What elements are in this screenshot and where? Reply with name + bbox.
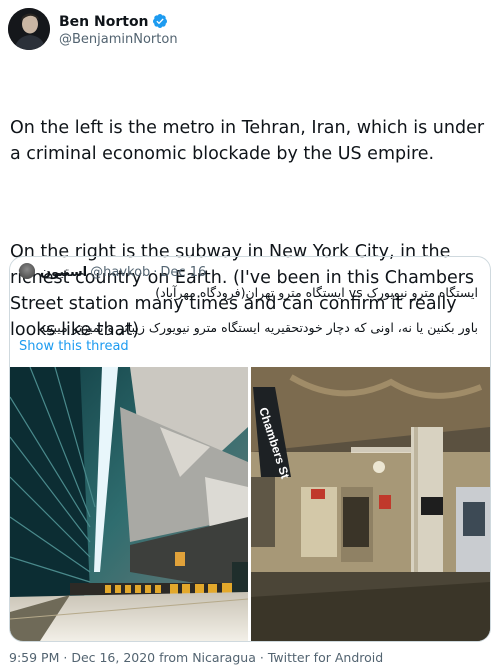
quoted-author-avatar[interactable] — [19, 263, 35, 279]
quoted-text-line-1: ایستگاه مترو نیویورک vs ایستگاه مترو تهر… — [155, 285, 478, 300]
quoted-media: Chambers St — [10, 367, 490, 641]
quoted-date[interactable]: Dec 16 — [160, 265, 206, 280]
quoted-author-name[interactable]: استیون — [40, 265, 87, 280]
tweet-client[interactable]: Twitter for Android — [268, 650, 383, 665]
photo-tehran-metro[interactable] — [10, 367, 248, 641]
quoted-tweet-header: استیون @havkob · Dec 16 — [19, 263, 206, 283]
tehran-metro-image — [10, 367, 248, 641]
author-avatar[interactable] — [8, 8, 50, 50]
tweet-paragraph-1: On the left is the metro in Tehran, Iran… — [10, 118, 490, 164]
author-name[interactable]: Ben Norton — [59, 13, 168, 30]
quoted-separator: · — [153, 265, 158, 280]
verified-badge-icon — [152, 14, 167, 28]
meta-separator-2: · — [259, 650, 268, 665]
quoted-text-line-2: باور بکنین یا نه، اونی که دچار خودتحقیری… — [39, 320, 478, 335]
tweet-metadata: 9:59 PM · Dec 16, 2020 from Nicaragua · … — [9, 650, 383, 665]
tweet-date[interactable]: Dec 16, 2020 — [71, 650, 155, 665]
show-thread-link[interactable]: Show this thread — [19, 339, 129, 354]
author-avatar-photo — [8, 8, 50, 50]
tweet-time[interactable]: 9:59 PM — [9, 650, 59, 665]
quoted-author-handle[interactable]: @havkob — [90, 265, 150, 280]
tweet-location: from Nicaragua — [159, 650, 256, 665]
author-handle[interactable]: @BenjaminNorton — [59, 32, 178, 47]
tweet-header: Ben Norton @BenjaminNorton — [8, 8, 488, 54]
quoted-tweet[interactable]: استیون @havkob · Dec 16 ایستگاه مترو نیویور… — [9, 256, 491, 642]
nyc-subway-image: Chambers St — [251, 367, 490, 641]
photo-nyc-subway[interactable]: Chambers St — [251, 367, 490, 641]
